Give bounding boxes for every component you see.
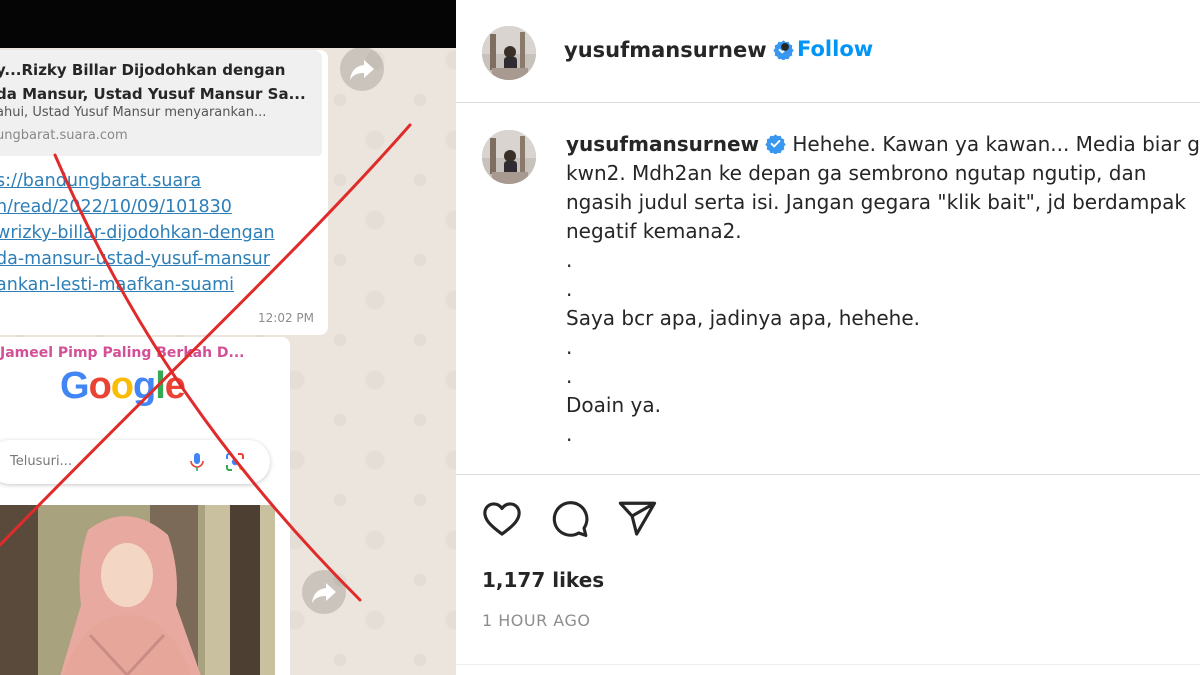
image-caption: Jameel Pimp Paling Berkah D...: [0, 345, 245, 361]
hijab-woman-photo[interactable]: [0, 505, 275, 675]
divider: [456, 102, 1200, 103]
caption-line: Hehehe. Kawan ya kawan... Media biar gm: [792, 132, 1200, 156]
username-text[interactable]: yusufmansurnew: [564, 38, 767, 62]
google-logo-letter: o: [88, 365, 112, 407]
caption-username[interactable]: yusufmansurnew: [566, 132, 759, 156]
instagram-post: yusufmansurnew • Follow yusufmansurnew H…: [456, 0, 1200, 675]
verified-badge-icon: [765, 134, 786, 154]
message-timestamp: 12:02 PM: [258, 311, 314, 325]
avatar[interactable]: [482, 130, 536, 184]
comment-icon[interactable]: [548, 498, 590, 540]
post-author-username[interactable]: yusufmansurnew: [564, 38, 794, 62]
caption-line: ngasih judul serta isi. Jangan gegara "k…: [566, 190, 1186, 214]
link-preview-description: ahui, Ustad Yusuf Mansur menyarankan...: [0, 105, 267, 120]
message-link-url[interactable]: s://bandungbarat.suara n/read/2022/10/09…: [0, 168, 322, 298]
link-preview-domain: ungbarat.suara.com: [0, 128, 128, 143]
divider: [456, 664, 1200, 665]
link-preview-card[interactable]: y...Rizky Billar Dijodohkan dengan da Ma…: [0, 50, 322, 156]
google-logo-letter: G: [60, 365, 90, 407]
avatar[interactable]: [482, 26, 536, 80]
google-logo-letter: g: [133, 365, 156, 407]
link-preview-title: y...Rizky Billar Dijodohkan dengan da Ma…: [0, 61, 306, 103]
caption-first-line: yusufmansurnew Hehehe. Kawan ya kawan...…: [566, 130, 1200, 159]
divider: [456, 474, 1200, 475]
share-icon[interactable]: [616, 498, 658, 540]
lens-icon[interactable]: [224, 451, 246, 473]
caption-line: .: [566, 335, 573, 359]
caption-line: .: [566, 248, 573, 272]
search-placeholder: Telusuri...: [10, 454, 72, 469]
post-timestamp[interactable]: 1 HOUR AGO: [482, 611, 590, 630]
caption-line: negatif kemana2.: [566, 219, 742, 243]
google-logo-letter: l: [155, 365, 166, 407]
mic-icon[interactable]: [188, 452, 206, 472]
image-message-bubble[interactable]: Jameel Pimp Paling Berkah D... Google Te…: [0, 337, 290, 675]
caption-line: Saya bcr apa, jadinya apa, hehehe.: [566, 306, 921, 330]
caption-line: .: [566, 422, 573, 446]
heart-icon[interactable]: [481, 498, 523, 540]
like-count[interactable]: 1,177 likes: [482, 568, 604, 592]
caption-line: .: [566, 364, 573, 388]
google-search-bar[interactable]: Telusuri...: [0, 440, 270, 484]
status-bar: [0, 0, 456, 48]
caption-line: kwn2. Mdh2an ke depan ga sembrono ngutap…: [566, 161, 1147, 185]
forward-icon[interactable]: [302, 570, 346, 614]
caption-line: Doain ya.: [566, 393, 661, 417]
follow-button[interactable]: Follow: [797, 37, 873, 61]
caption-line: .: [566, 277, 573, 301]
post-caption: yusufmansurnew Hehehe. Kawan ya kawan...…: [566, 130, 1200, 449]
link-message-bubble[interactable]: y...Rizky Billar Dijodohkan dengan da Ma…: [0, 50, 328, 335]
google-logo: Google: [60, 365, 186, 408]
forward-icon[interactable]: [340, 47, 384, 91]
whatsapp-screenshot: y...Rizky Billar Dijodohkan dengan da Ma…: [0, 0, 456, 675]
google-logo-letter: o: [110, 365, 134, 407]
separator-dot: •: [778, 36, 793, 61]
google-logo-letter: e: [164, 365, 186, 407]
